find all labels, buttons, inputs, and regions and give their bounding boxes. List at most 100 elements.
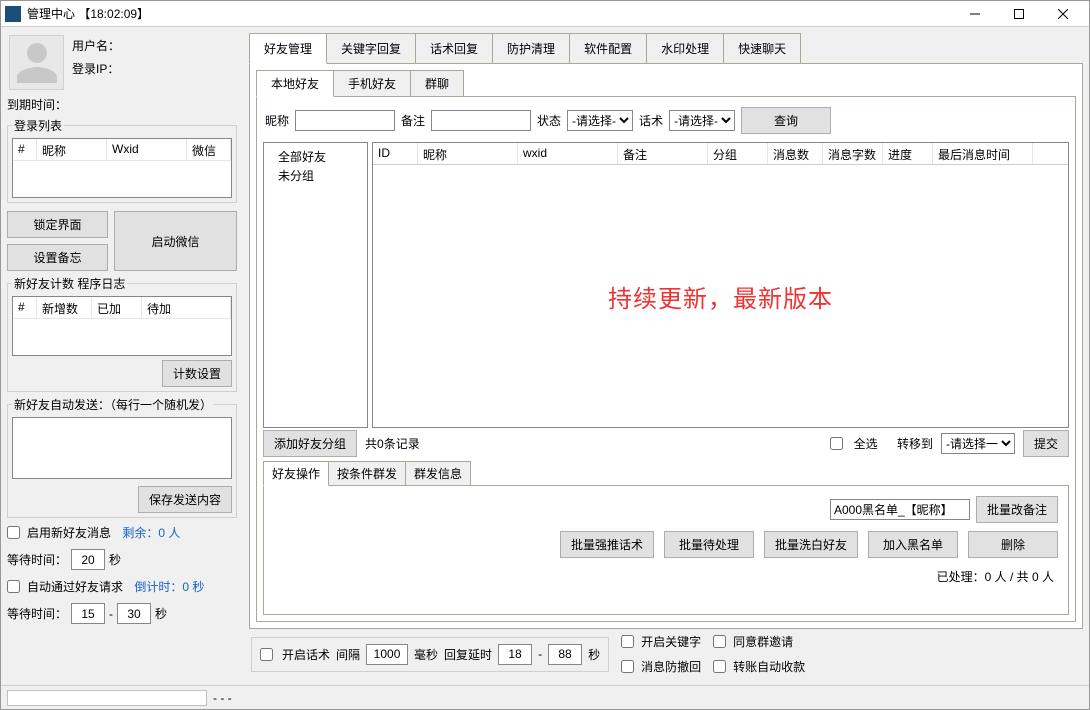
remark-template-input[interactable] xyxy=(830,499,970,520)
counter-group: 新好友计数 程序日志 # 新增数 已加 待加 计数设置 xyxy=(7,275,237,392)
batch-whitelist-button[interactable]: 批量洗白好友 xyxy=(764,531,858,558)
nickname-input[interactable] xyxy=(295,110,395,131)
tab-quick-chat[interactable]: 快速聊天 xyxy=(723,33,801,63)
query-button[interactable]: 查询 xyxy=(741,107,831,134)
autosend-legend: 新好友自动发送：（每行一个随机发） xyxy=(12,396,214,413)
gcol-6: 消息字数 xyxy=(823,143,883,164)
submit-button[interactable]: 提交 xyxy=(1023,430,1069,457)
delay-a-input[interactable] xyxy=(498,644,532,665)
enable-new-msg-label: 启用新好友消息 xyxy=(27,524,111,541)
tree-all[interactable]: 全部好友 xyxy=(268,147,363,166)
tab-keyword-reply[interactable]: 关键字回复 xyxy=(326,33,416,63)
op-buttons: 批量强推话术 批量待处理 批量洗白好友 加入黑名单 删除 xyxy=(274,531,1058,558)
auto-accept-label: 自动通过好友请求 xyxy=(27,578,123,595)
counter-table[interactable]: # 新增数 已加 待加 xyxy=(12,296,232,356)
log-tab-label[interactable]: 程序日志 xyxy=(77,277,125,291)
optab-mass-info[interactable]: 群发信息 xyxy=(405,461,471,485)
counter-legend: 新好友计数 xyxy=(14,277,74,291)
wait-input[interactable] xyxy=(71,549,105,570)
counter-settings-button[interactable]: 计数设置 xyxy=(162,360,232,387)
move-to-select[interactable]: -请选择一 xyxy=(941,433,1015,454)
tab-watermark[interactable]: 水印处理 xyxy=(646,33,724,63)
app-icon xyxy=(5,6,21,22)
login-list-group: 登录列表 # 昵称 Wxid 微信 xyxy=(7,117,237,203)
add-blacklist-button[interactable]: 加入黑名单 xyxy=(868,531,958,558)
lock-ui-button[interactable]: 锁定界面 xyxy=(7,211,108,238)
tree-ungrouped[interactable]: 未分组 xyxy=(268,166,363,185)
footer-script-group: 开启话术 间隔 毫秒 回复延时 - 秒 xyxy=(251,637,609,672)
transfer-label: 转账自动收款 xyxy=(733,658,805,675)
script-select[interactable]: -请选择- xyxy=(669,110,735,131)
maximize-button[interactable] xyxy=(997,1,1041,27)
batch-push-script-button[interactable]: 批量强推话术 xyxy=(560,531,654,558)
col-wechat: 微信 xyxy=(187,139,231,160)
sec2-label: 秒 xyxy=(155,605,167,622)
op-body: 批量改备注 批量强推话术 批量待处理 批量洗白好友 加入黑名单 删除 已处理：0… xyxy=(263,485,1069,615)
status-select[interactable]: -请选择- xyxy=(567,110,633,131)
wait2b-input[interactable] xyxy=(117,603,151,624)
gcol-5: 消息数 xyxy=(768,143,823,164)
gcol-3: 备注 xyxy=(618,143,708,164)
sec-label-footer: 秒 xyxy=(588,646,600,663)
tab-script-reply[interactable]: 话术回复 xyxy=(415,33,493,63)
processed-label: 已处理：0 人 / 共 0 人 xyxy=(274,566,1058,585)
transfer-checkbox[interactable] xyxy=(713,660,726,673)
gcol-0: ID xyxy=(373,143,418,164)
reply-delay-label: 回复延时 xyxy=(444,646,492,663)
interval-label: 间隔 xyxy=(336,646,360,663)
wait2a-input[interactable] xyxy=(71,603,105,624)
login-ip-label: 登录IP： xyxy=(72,60,120,77)
enable-new-msg-row: 启用新好友消息 剩余：0 人 xyxy=(7,524,237,541)
enable-new-msg-checkbox[interactable] xyxy=(7,526,20,539)
move-to-label: 转移到 xyxy=(897,435,933,452)
login-list-table[interactable]: # 昵称 Wxid 微信 xyxy=(12,138,232,198)
interval-input[interactable] xyxy=(366,644,408,665)
titlebar: 管理中心 【18:02:09】 xyxy=(1,1,1089,27)
keyword-checkbox[interactable] xyxy=(621,635,634,648)
auto-accept-checkbox[interactable] xyxy=(7,580,20,593)
side-action-row: 锁定界面 设置备忘 启动微信 xyxy=(7,211,237,271)
autosend-textarea[interactable] xyxy=(12,417,232,479)
col-wxid: Wxid xyxy=(107,139,187,160)
keyword-label: 开启关键字 xyxy=(641,633,701,650)
script-label: 话术 xyxy=(639,112,663,129)
start-wechat-button[interactable]: 启动微信 xyxy=(114,211,237,271)
delete-button[interactable]: 删除 xyxy=(968,531,1058,558)
group-tree[interactable]: 全部好友 未分组 xyxy=(263,142,368,428)
group-invite-checkbox[interactable] xyxy=(713,635,726,648)
close-button[interactable] xyxy=(1041,1,1085,27)
subtab-group[interactable]: 群聊 xyxy=(410,70,464,96)
main-area: 好友管理 关键字回复 话术回复 防护清理 软件配置 水印处理 快速聊天 本地好友… xyxy=(243,27,1089,685)
subtab-local[interactable]: 本地好友 xyxy=(256,70,334,97)
remark-input[interactable] xyxy=(431,110,531,131)
select-all-label: 全选 xyxy=(854,435,878,452)
delay-b-input[interactable] xyxy=(548,644,582,665)
save-content-button[interactable]: 保存发送内容 xyxy=(138,486,232,513)
batch-pending-button[interactable]: 批量待处理 xyxy=(664,531,754,558)
batch-remark-button[interactable]: 批量改备注 xyxy=(976,496,1058,523)
enable-script-checkbox[interactable] xyxy=(260,648,273,661)
recall-checkbox[interactable] xyxy=(621,660,634,673)
select-all-checkbox[interactable] xyxy=(830,437,843,450)
col-idx: # xyxy=(13,139,37,160)
recall-label: 消息防撤回 xyxy=(641,658,701,675)
remark-label: 备注 xyxy=(401,112,425,129)
record-count: 共0条记录 xyxy=(365,435,420,452)
tab-software-config[interactable]: 软件配置 xyxy=(569,33,647,63)
gcol-2: wxid xyxy=(518,143,618,164)
tab-friends[interactable]: 好友管理 xyxy=(249,33,327,64)
optab-friend-ops[interactable]: 好友操作 xyxy=(263,461,329,486)
add-group-button[interactable]: 添加好友分组 xyxy=(263,430,357,457)
optab-cond-mass[interactable]: 按条件群发 xyxy=(328,461,406,485)
app-window: 管理中心 【18:02:09】 用户名： 登录IP： 到期时间： 登录列表 xyxy=(0,0,1090,710)
sec-label: 秒 xyxy=(109,551,121,568)
set-memo-button[interactable]: 设置备忘 xyxy=(7,244,108,271)
user-box: 用户名： 登录IP： xyxy=(7,33,237,92)
group-invite-label: 同意群邀请 xyxy=(733,633,793,650)
friends-table[interactable]: ID昵称wxid备注分组消息数消息字数进度最后消息时间 持续更新，最新版本 xyxy=(372,142,1069,428)
minimize-button[interactable] xyxy=(953,1,997,27)
subtab-phone[interactable]: 手机好友 xyxy=(333,70,411,96)
remain-label: 剩余：0 人 xyxy=(122,524,180,541)
tab-protect-clean[interactable]: 防护清理 xyxy=(492,33,570,63)
autosend-group: 新好友自动发送：（每行一个随机发） 保存发送内容 xyxy=(7,396,237,518)
